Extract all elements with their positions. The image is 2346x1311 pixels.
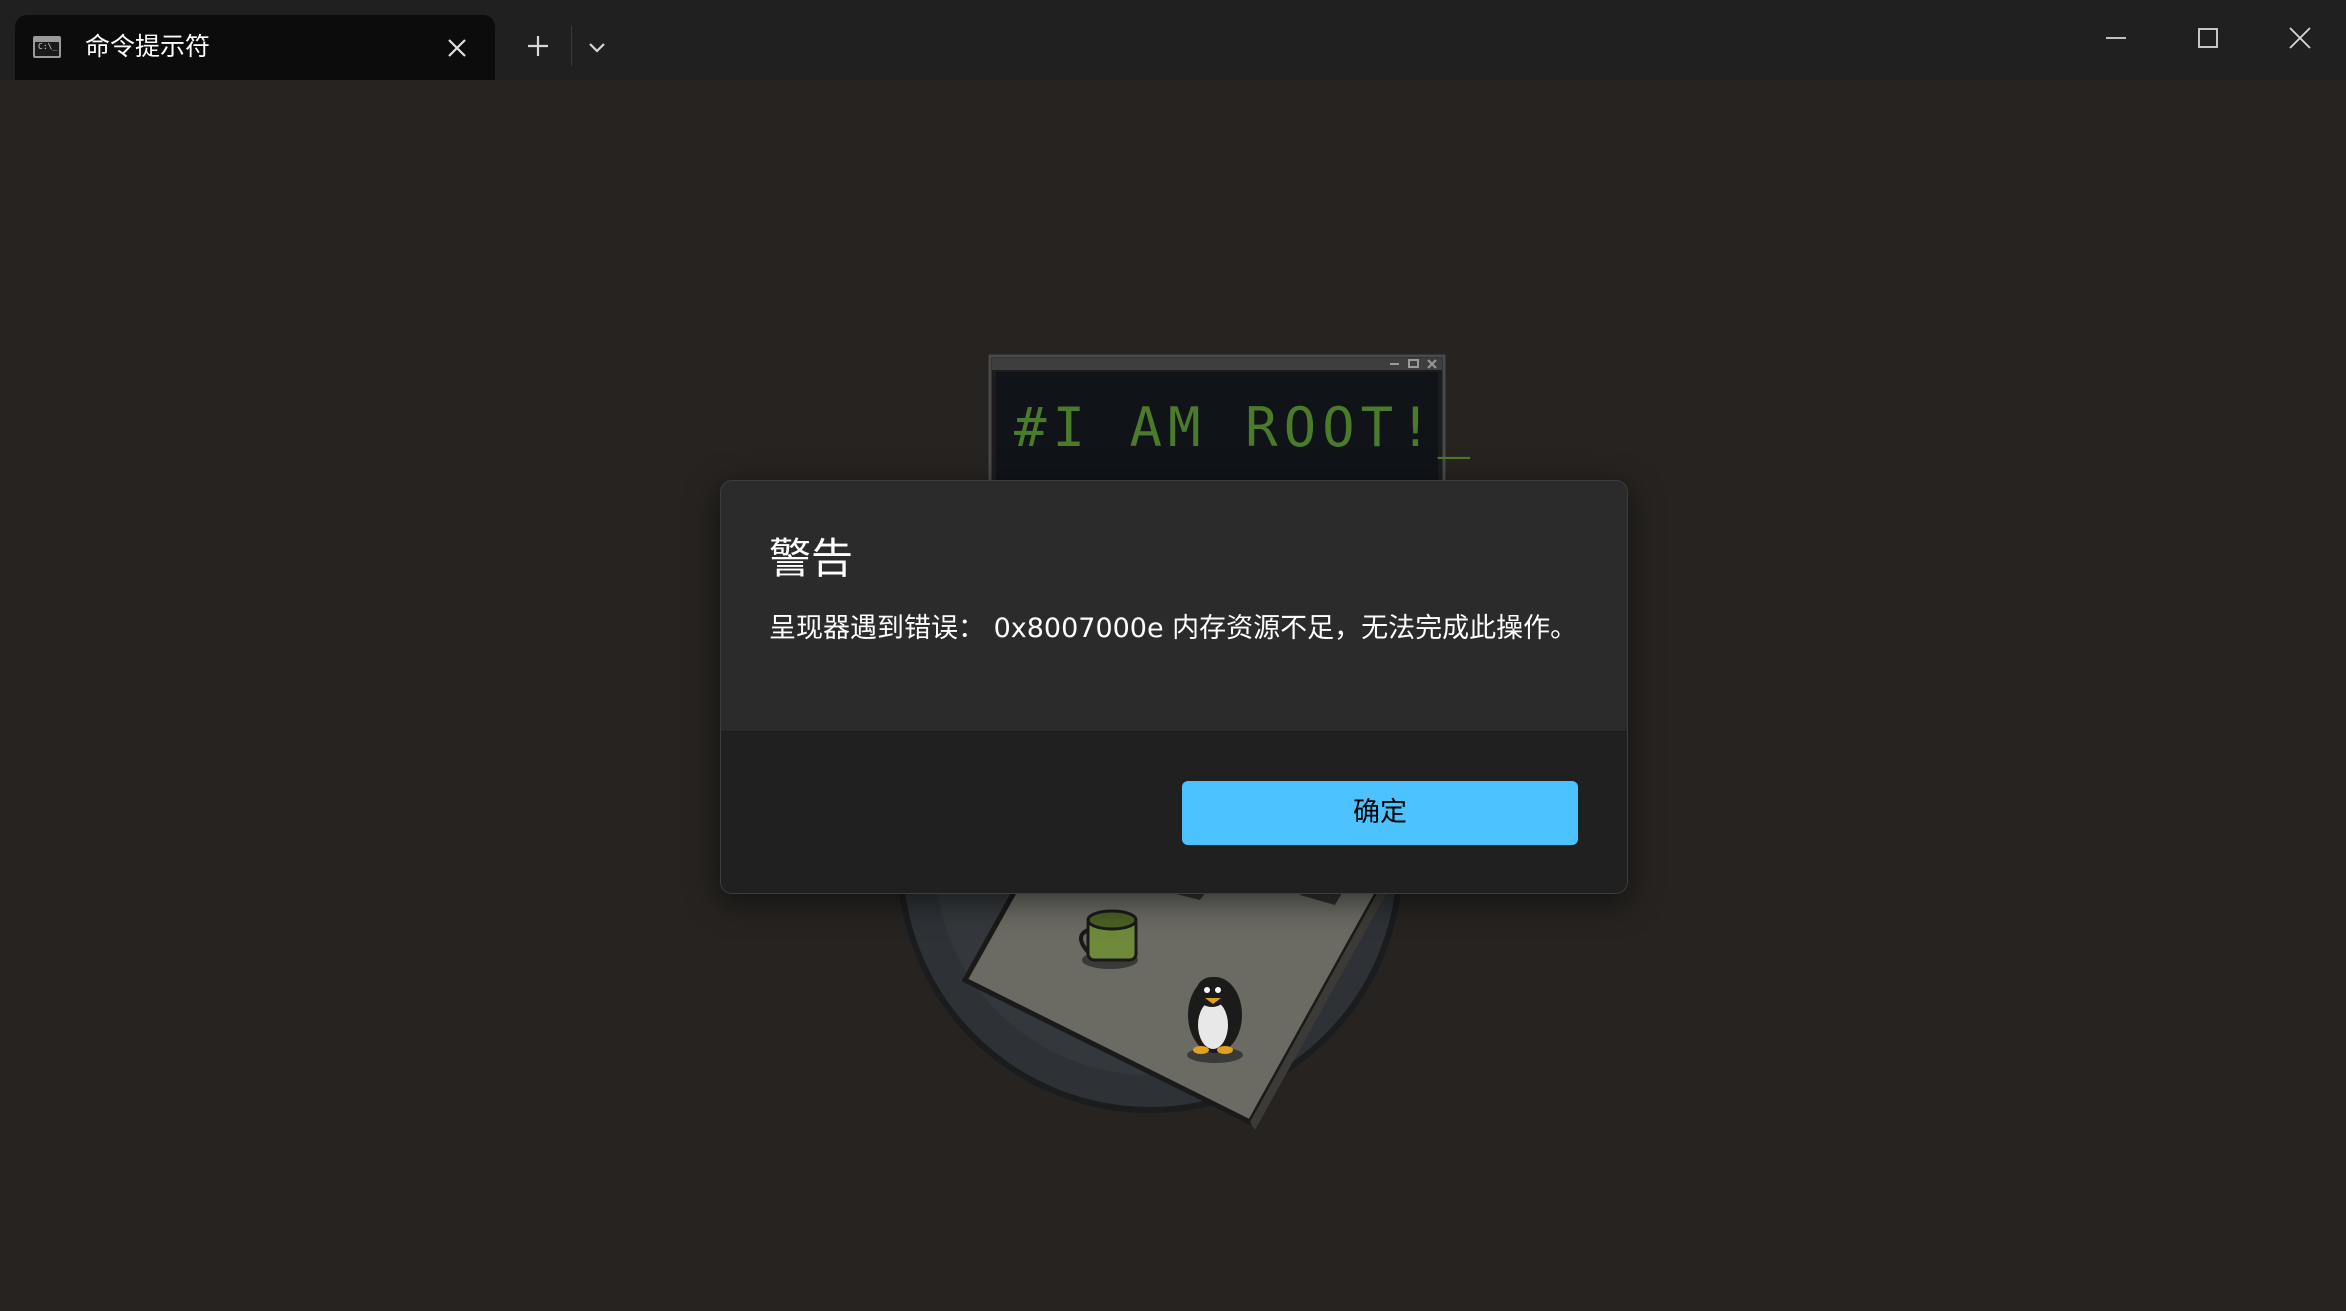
monitor-screen-text: #I AM ROOT!_ (1014, 396, 1476, 459)
maximize-button[interactable] (2162, 0, 2254, 78)
terminal-icon-text: C:\_ (38, 42, 58, 51)
warning-dialog: 警告 呈现器遇到错误： 0x8007000e 内存资源不足，无法完成此操作。 确… (720, 480, 1628, 894)
close-icon (2289, 27, 2311, 49)
dialog-message: 呈现器遇到错误： 0x8007000e 内存资源不足，无法完成此操作。 (769, 613, 1578, 644)
minimize-button[interactable] (2070, 0, 2162, 78)
ok-button[interactable]: 确定 (1182, 781, 1578, 845)
mug-shape (1079, 909, 1138, 969)
penguin-shape (1187, 977, 1243, 1063)
tab-title: 命令提示符 (85, 32, 211, 61)
dialog-title: 警告 (769, 534, 854, 583)
close-icon (448, 39, 466, 57)
new-tab-button[interactable] (522, 30, 554, 62)
tab-command-prompt[interactable]: C:\_ 命令提示符 (15, 15, 495, 80)
close-window-button[interactable] (2254, 0, 2346, 78)
tab-separator (571, 26, 572, 66)
terminal-window: #I AM ROOT!_ C:\_ 命令提示符 警告 呈现器遇到错误： 0x80… (0, 0, 2346, 1311)
plus-icon (528, 36, 548, 56)
maximize-icon (2198, 28, 2218, 48)
tab-dropdown-button[interactable] (585, 32, 609, 62)
chevron-down-icon (589, 43, 605, 53)
title-bar: C:\_ 命令提示符 (0, 0, 2346, 80)
terminal-icon: C:\_ (33, 36, 61, 58)
dialog-footer: 确定 (721, 731, 1627, 893)
tab-close-button[interactable] (442, 33, 472, 63)
minimize-icon (2106, 37, 2126, 39)
